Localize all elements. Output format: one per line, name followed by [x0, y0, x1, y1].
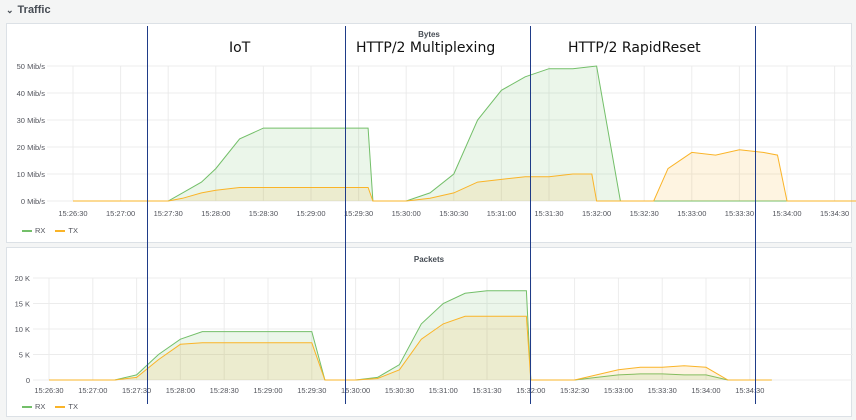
annotation-rapidreset: HTTP/2 RapidReset [568, 40, 701, 56]
legend-label-rx: RX [35, 226, 46, 235]
x-tick-label: 15:33:00 [677, 209, 706, 218]
row-title: Traffic [17, 4, 51, 16]
x-tick-label: 15:27:30 [154, 209, 183, 218]
x-tick-label: 15:28:30 [249, 209, 278, 218]
x-tick-label: 15:34:00 [691, 386, 720, 395]
marker-line [530, 26, 531, 404]
y-tick-label: 10 K [15, 325, 30, 334]
marker-line [345, 26, 346, 404]
legend-label-tx: TX [68, 226, 79, 235]
legend-item-tx[interactable]: TX [55, 402, 78, 411]
annotation-iot: IoT [229, 40, 251, 56]
y-tick-label: 20 K [15, 274, 30, 283]
tx-swatch [55, 229, 66, 232]
x-tick-label: 15:28:00 [166, 386, 195, 395]
row-header-traffic[interactable]: ⌄ Traffic [6, 2, 51, 18]
bytes-panel: Bytes 0 Mib/s 10 Mib/s 20 Mib/s 30 Mib/s 40 … [6, 23, 856, 243]
x-tick-label: 15:27:00 [106, 209, 135, 218]
x-tick-label: 15:34:30 [820, 209, 849, 218]
y-tick-label: 10 Mib/s [17, 170, 46, 179]
packets-legend: RX TX [22, 402, 78, 411]
x-tick-label: 15:32:30 [630, 209, 659, 218]
x-tick-label: 15:32:00 [582, 209, 611, 218]
x-tick-label: 15:30:30 [385, 386, 414, 395]
x-tick-label: 15:28:00 [201, 209, 230, 218]
x-tick-label: 15:29:30 [297, 386, 326, 395]
legend-item-tx[interactable]: TX [55, 226, 78, 235]
x-tick-label: 15:29:30 [344, 209, 373, 218]
x-tick-label: 15:27:00 [78, 386, 107, 395]
x-tick-label: 15:31:30 [534, 209, 563, 218]
legend-label-rx: RX [35, 402, 46, 411]
x-tick-label: 15:31:30 [472, 386, 501, 395]
x-tick-label: 15:34:30 [735, 386, 764, 395]
packets-panel: Packets 05 K 10 K 15 K 20 K 15:26:30 15:27:00… [6, 247, 853, 417]
legend-item-rx[interactable]: RX [22, 402, 45, 411]
y-tick-label: 40 Mib/s [17, 89, 46, 98]
chevron-down-icon: ⌄ [6, 4, 14, 15]
x-tick-label: 15:31:00 [487, 209, 516, 218]
rx-swatch [22, 405, 32, 408]
y-tick-label: 50 Mib/s [17, 62, 46, 71]
rx-swatch [22, 229, 32, 232]
marker-line [147, 26, 148, 404]
x-tick-label: 15:30:30 [439, 209, 468, 218]
y-tick-label: 30 Mib/s [17, 116, 46, 125]
bytes-chart: 0 Mib/s 10 Mib/s 20 Mib/s 30 Mib/s 40 Mib/s 5… [17, 62, 856, 218]
x-tick-label: 15:30:00 [392, 209, 421, 218]
y-tick-label: 0 [26, 376, 30, 385]
y-tick-label: 20 Mib/s [17, 143, 46, 152]
legend-item-rx[interactable]: RX [22, 226, 45, 235]
y-tick-label: 0 Mib/s [21, 197, 45, 206]
x-tick-label: 15:29:00 [253, 386, 282, 395]
marker-line [755, 26, 756, 404]
y-tick-label: 5 K [19, 351, 30, 360]
x-tick-label: 15:33:30 [648, 386, 677, 395]
packets-chart: 05 K10 K15 K20 K15:26:30 15:27:00 15:27:30… [15, 274, 853, 395]
x-tick-label: 15:29:00 [296, 209, 325, 218]
tx-swatch [55, 405, 66, 408]
bytes-legend: RX TX [22, 226, 78, 235]
annotation-multiplexing: HTTP/2 Multiplexing [356, 40, 496, 56]
x-tick-label: 15:33:30 [725, 209, 754, 218]
x-tick-label: 15:26:30 [34, 386, 63, 395]
x-tick-label: 15:31:00 [429, 386, 458, 395]
x-tick-label: 15:28:30 [210, 386, 239, 395]
x-tick-label: 15:26:30 [58, 209, 87, 218]
x-tick-label: 15:34:00 [772, 209, 801, 218]
x-tick-label: 15:32:30 [560, 386, 589, 395]
legend-label-tx: TX [68, 402, 79, 411]
x-tick-label: 15:33:00 [604, 386, 633, 395]
y-tick-label: 15 K [15, 300, 30, 309]
